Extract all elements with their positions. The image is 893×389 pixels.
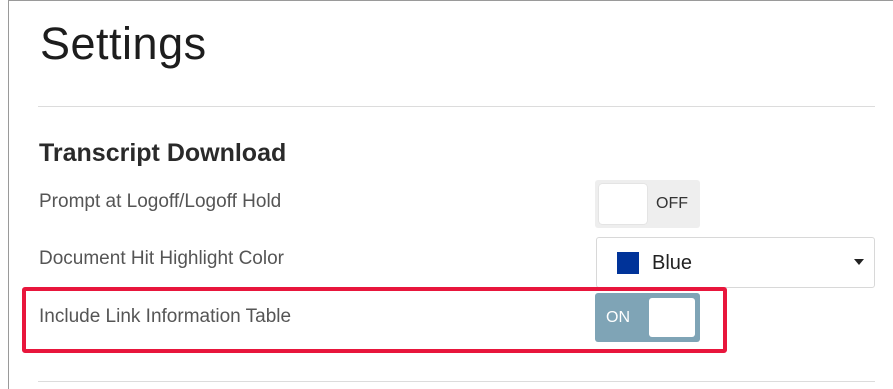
toggle-state-label: OFF (656, 195, 688, 212)
page-title: Settings (40, 18, 207, 69)
include-link-info-table-toggle[interactable]: ON (595, 293, 700, 342)
setting-label-include-link-info-table: Include Link Information Table (39, 306, 292, 327)
highlight-color-select[interactable]: Blue (596, 237, 875, 288)
select-value: Blue (652, 252, 693, 274)
toggle-knob (599, 184, 647, 224)
toggle-state-label: ON (606, 309, 630, 326)
chevron-down-icon (854, 259, 864, 265)
bottom-divider (38, 381, 875, 382)
settings-window: Settings Transcript Download Prompt at L… (0, 0, 893, 389)
title-divider (38, 106, 875, 107)
setting-label-prompt-at-logoff: Prompt at Logoff/Logoff Hold (39, 191, 282, 212)
section-heading-transcript-download: Transcript Download (39, 139, 287, 167)
prompt-at-logoff-toggle[interactable]: OFF (595, 180, 700, 228)
color-swatch (617, 252, 639, 274)
setting-label-hit-highlight-color: Document Hit Highlight Color (39, 248, 284, 269)
toggle-knob (649, 298, 695, 337)
